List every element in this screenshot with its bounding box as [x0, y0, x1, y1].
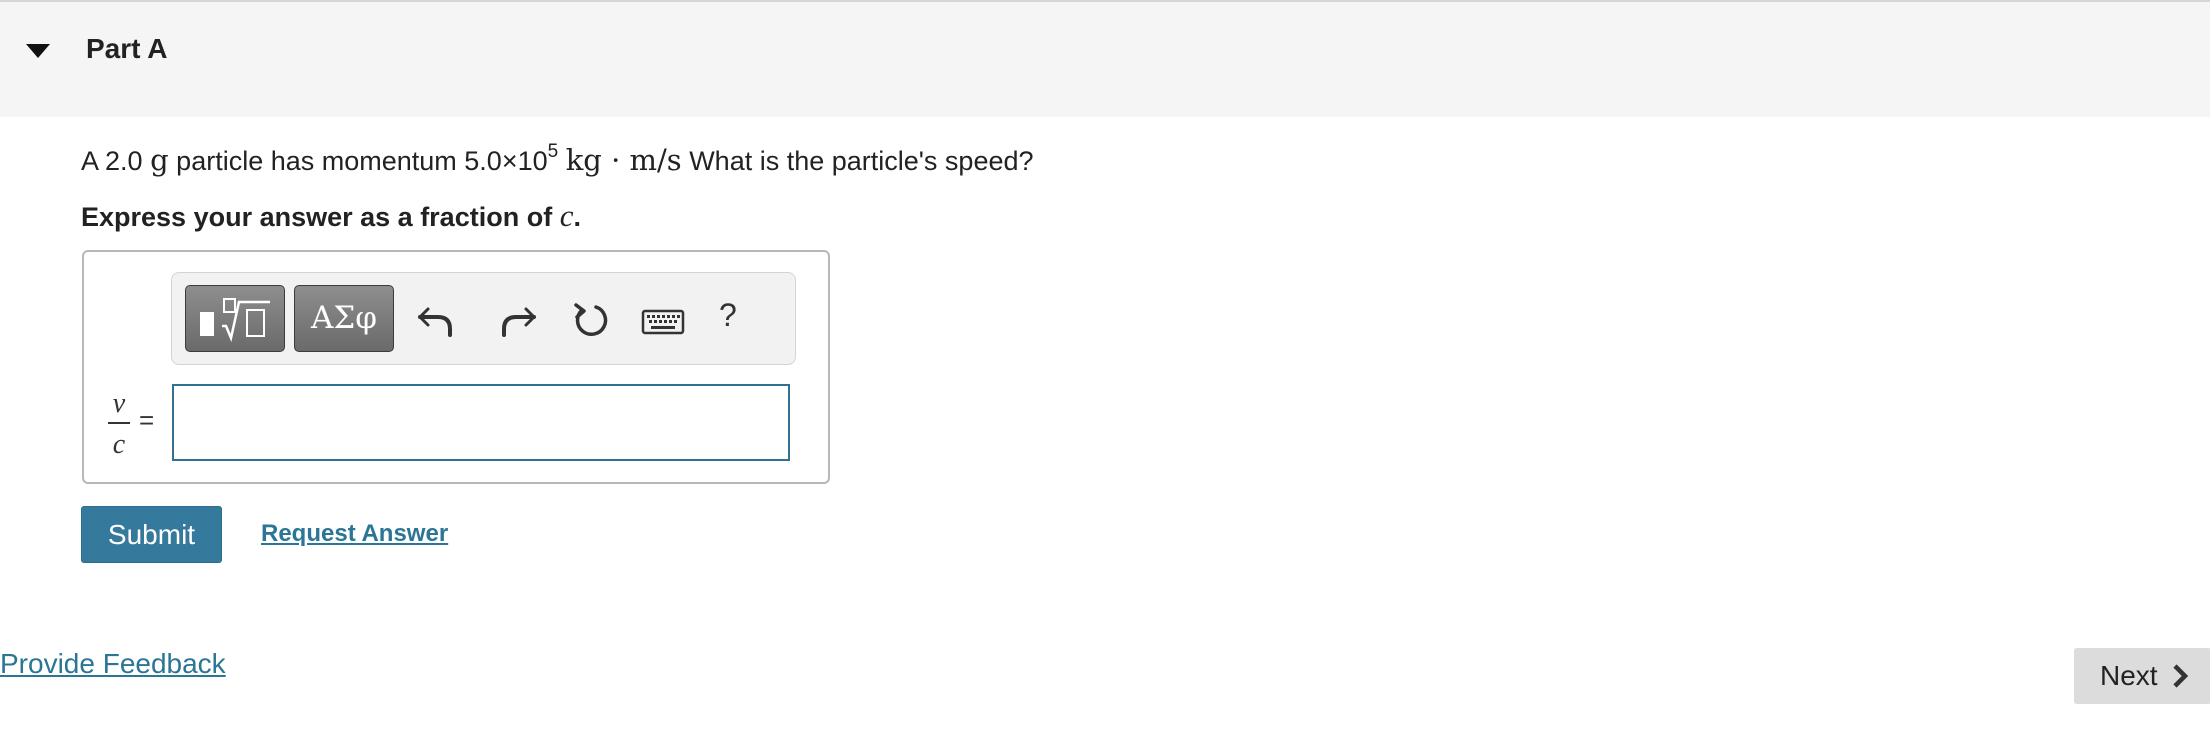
answer-instruction: Express your answer as a fraction of c.: [81, 198, 581, 234]
part-title: Part A: [86, 33, 168, 64]
templates-icon: [200, 298, 270, 343]
provide-feedback-link[interactable]: Provide Feedback: [0, 648, 226, 680]
templates-button[interactable]: [185, 285, 285, 352]
instruction-text: Express your answer as a fraction of: [81, 202, 553, 232]
request-answer-link[interactable]: Request Answer: [261, 520, 448, 548]
submit-button[interactable]: Submit: [81, 506, 222, 563]
caret-down-icon[interactable]: [26, 44, 50, 58]
question-suffix: What is the particle's speed?: [689, 146, 1034, 176]
momentum-unit: kg · m/s: [565, 143, 682, 177]
redo-icon[interactable]: [496, 299, 538, 341]
question-prefix: A 2.0: [81, 146, 143, 176]
mass-unit: g: [150, 143, 169, 177]
answer-variable-fraction: v c: [108, 389, 130, 460]
equals-sign: =: [139, 405, 155, 435]
help-icon[interactable]: ?: [719, 297, 737, 334]
next-label: Next: [2100, 660, 2158, 691]
next-button[interactable]: Next: [2074, 648, 2210, 704]
math-toolbar: ΑΣφ ?: [171, 272, 796, 365]
keyboard-icon[interactable]: [640, 299, 686, 341]
chevron-right-icon: [2173, 664, 2189, 688]
question-text: A 2.0 g particle has momentum 5.0×105 kg…: [81, 141, 1034, 177]
instruction-period: .: [573, 202, 581, 232]
fraction-bar: [108, 422, 130, 424]
reset-icon[interactable]: [570, 299, 612, 341]
fraction-denominator: c: [112, 429, 126, 460]
answer-input[interactable]: [172, 384, 790, 461]
greek-letters-button[interactable]: ΑΣφ: [294, 285, 394, 352]
momentum-exponent: 5: [547, 141, 559, 162]
undo-icon[interactable]: [416, 299, 458, 341]
part-header[interactable]: Part A: [0, 2, 2210, 117]
question-middle: particle has momentum 5.0×10: [176, 146, 548, 176]
instruction-variable: c: [559, 198, 574, 233]
fraction-numerator: v: [112, 388, 126, 419]
